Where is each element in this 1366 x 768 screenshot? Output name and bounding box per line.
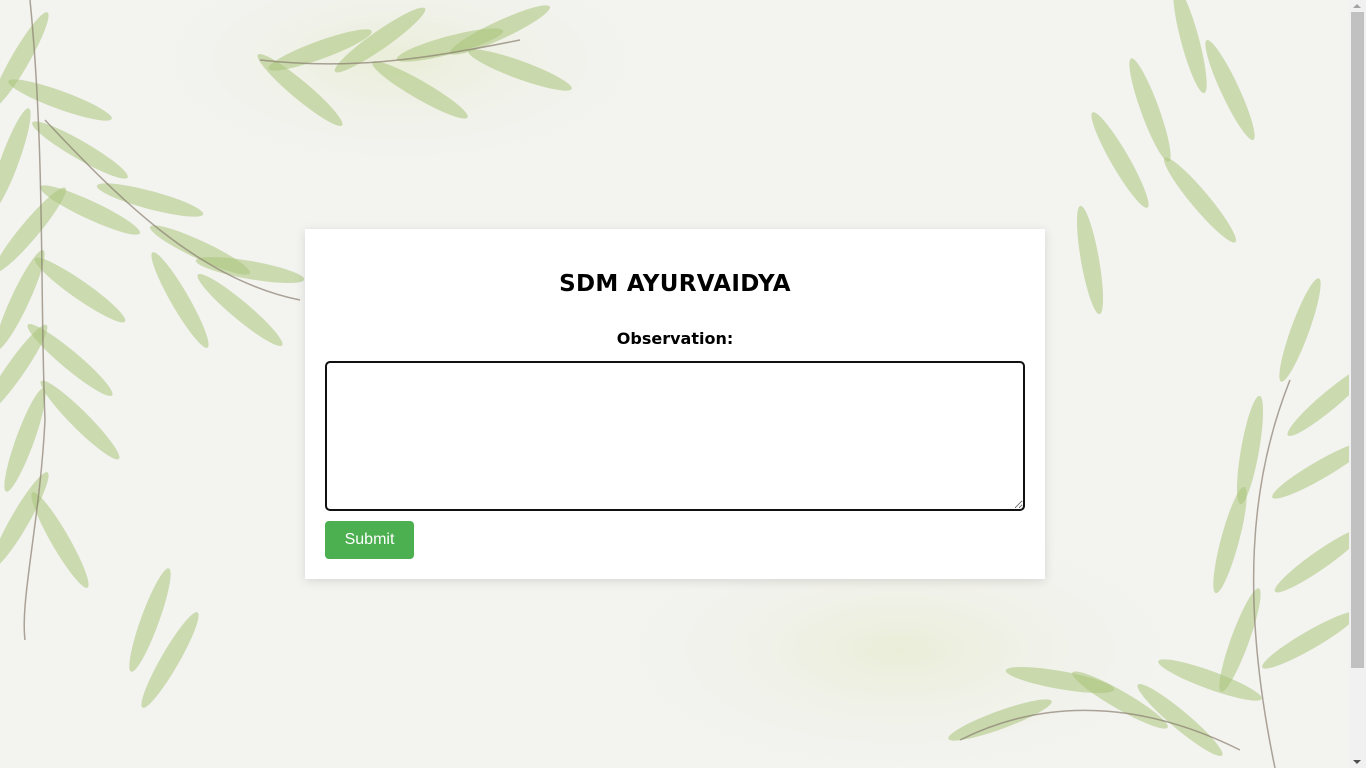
leaf-shape <box>1287 363 1349 437</box>
leaf-shape <box>1205 40 1255 140</box>
leaf-shape <box>34 257 126 323</box>
leaf-shape <box>1262 611 1349 669</box>
leaf-shape <box>31 492 89 588</box>
scroll-up-arrow-icon[interactable] <box>1353 4 1361 8</box>
page-title: SDM AYURVAIDYA <box>559 271 791 297</box>
observation-card: SDM AYURVAIDYA Observation: Submit <box>305 229 1045 579</box>
leaf-shape <box>1272 441 1349 499</box>
scrollbar-thumb[interactable] <box>1351 12 1364 668</box>
leaf-shape <box>1279 278 1321 382</box>
observation-label: Observation: <box>616 329 734 348</box>
leaf-shape <box>1274 527 1349 593</box>
leaf-shape <box>1076 205 1104 315</box>
leaf-shape <box>1236 395 1264 505</box>
submit-button[interactable]: Submit <box>325 521 414 559</box>
observation-textarea[interactable] <box>325 361 1025 511</box>
leaf-shape <box>0 108 31 212</box>
leaf-shape <box>32 121 128 179</box>
leaf-shape <box>1213 486 1247 594</box>
scroll-down-arrow-icon[interactable] <box>1353 760 1361 764</box>
leaf-shape <box>1163 157 1237 243</box>
leaf-shape <box>1091 112 1149 208</box>
leaf-shape <box>27 323 113 397</box>
leaf-shape <box>1129 58 1171 162</box>
vertical-scrollbar[interactable] <box>1349 0 1366 768</box>
leaf-shape <box>40 380 120 460</box>
